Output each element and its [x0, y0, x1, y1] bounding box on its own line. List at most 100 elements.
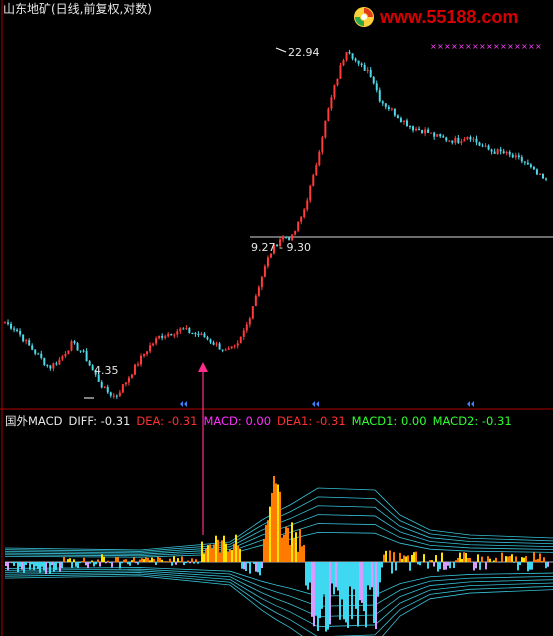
macd-bar — [257, 562, 259, 573]
macd-bar — [407, 555, 409, 562]
macd-bar — [289, 545, 291, 562]
macd-bar — [391, 562, 393, 574]
candle-body — [300, 216, 303, 222]
macd-bar — [167, 561, 169, 562]
candle-body — [297, 221, 300, 231]
candle-body — [312, 175, 315, 186]
macd-bar — [383, 554, 385, 562]
macd-bar — [533, 552, 535, 562]
candle-body — [390, 108, 393, 110]
macd-bar — [127, 562, 129, 565]
candle-body — [520, 157, 523, 162]
candle-body — [269, 253, 272, 258]
macd-bar — [463, 552, 465, 562]
candle-body — [245, 324, 248, 331]
macd-bar — [375, 562, 377, 630]
candle-body — [381, 101, 384, 104]
candle-body — [194, 333, 197, 335]
signal-marker: × — [500, 42, 507, 51]
macd-bar — [165, 561, 167, 562]
macd-bar — [469, 558, 471, 562]
macd-bar — [537, 558, 539, 562]
candle-body — [439, 134, 442, 137]
candle-body — [73, 341, 76, 344]
candle-body — [393, 108, 396, 116]
macd-bar — [453, 562, 455, 568]
macd-envelope-lower — [4, 570, 553, 617]
candle-body — [538, 173, 541, 175]
candle-body — [260, 276, 263, 288]
candle-body — [454, 137, 457, 143]
macd-bar — [29, 562, 31, 570]
candle-body — [333, 85, 336, 98]
macd-bar — [143, 559, 145, 562]
candle-body — [490, 149, 493, 152]
candle-body — [421, 130, 424, 134]
candle-body — [535, 169, 538, 175]
macd-bar — [75, 562, 77, 567]
macd-bar — [227, 551, 229, 562]
macd-bar — [475, 562, 477, 569]
signal-marker: × — [514, 42, 521, 51]
macd-bar — [485, 562, 487, 570]
macd-bar — [317, 562, 319, 631]
macd-bar — [231, 550, 233, 562]
macd-bar — [11, 562, 13, 564]
macd-bar — [315, 562, 317, 616]
macd-bar — [225, 543, 227, 562]
macd-bar — [263, 538, 265, 562]
macd-bar — [301, 546, 303, 562]
macd-macd2-label: MACD2: -0.31 — [432, 414, 512, 428]
macd-bar — [277, 484, 279, 562]
candle-body — [43, 357, 46, 365]
macd-bar — [105, 562, 107, 564]
macd-bar — [147, 558, 149, 562]
macd-bar — [17, 562, 19, 573]
macd-bar — [455, 560, 457, 562]
macd-bar — [419, 562, 421, 566]
candle-body — [49, 365, 52, 369]
macd-bar — [221, 540, 223, 562]
macd-bar — [119, 562, 121, 569]
candle-body — [136, 364, 139, 366]
macd-bar — [97, 559, 99, 562]
macd-bar — [283, 534, 285, 562]
macd-bar — [299, 528, 301, 562]
candle-body — [239, 336, 242, 344]
candle-body — [206, 337, 209, 340]
macd-bar — [35, 562, 37, 567]
candle-body — [321, 137, 324, 152]
macd-bar — [131, 560, 133, 562]
candle-body — [263, 266, 266, 277]
signal-marker: × — [493, 42, 500, 51]
macd-bar — [403, 555, 405, 562]
candle-body — [149, 345, 152, 352]
candle-body — [433, 132, 436, 137]
candle-body — [366, 69, 369, 71]
candle-body — [85, 350, 88, 362]
macd-bar — [417, 562, 419, 565]
macd-bar — [117, 557, 119, 562]
candle-body — [330, 97, 333, 109]
signal-marker: × — [535, 42, 542, 51]
macd-bar — [285, 526, 287, 562]
macd-bar — [9, 562, 11, 563]
macd-bar — [153, 558, 155, 562]
period-marker — [180, 401, 187, 407]
candle-body — [16, 329, 19, 332]
candle-body — [348, 52, 351, 54]
candle-body — [109, 392, 112, 396]
candle-body — [209, 339, 212, 343]
macd-bar — [57, 562, 59, 564]
macd-bar — [363, 562, 365, 612]
macd-bar — [197, 562, 199, 564]
chart-window: 22.94 4.35 9.27 - 9.30 × × × × × × × × × × × × × × × × 山东地… — [0, 0, 553, 636]
signal-marker: × — [451, 42, 458, 51]
candle-body — [46, 364, 49, 366]
macd-bar — [77, 562, 79, 569]
macd-bar — [137, 562, 139, 565]
macd-bar — [31, 562, 33, 565]
candle-body — [55, 363, 58, 365]
candle-body — [224, 349, 227, 351]
macd-bar — [141, 558, 143, 562]
